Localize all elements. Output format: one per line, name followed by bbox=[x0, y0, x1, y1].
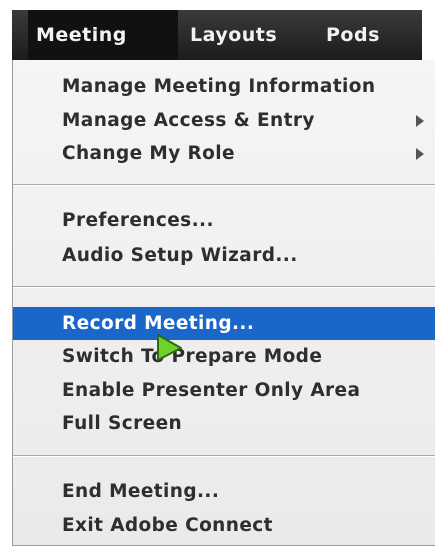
chevron-right-icon bbox=[416, 115, 424, 127]
menu-bar: Meeting Layouts Pods bbox=[12, 10, 422, 60]
menu-item-label: Record Meeting... bbox=[62, 313, 255, 334]
menu-meeting[interactable]: Meeting bbox=[28, 10, 178, 60]
menu-separator bbox=[13, 455, 435, 457]
menu-item-preferences[interactable]: Preferences... bbox=[13, 204, 435, 237]
menu-item-manage-meeting-information[interactable]: Manage Meeting Information bbox=[13, 70, 435, 103]
menu-item-label: Exit Adobe Connect bbox=[62, 515, 273, 536]
meeting-dropdown-menu: Manage Meeting Information Manage Access… bbox=[12, 60, 435, 546]
menu-item-full-screen[interactable]: Full Screen bbox=[13, 407, 435, 440]
pointer-cursor-icon bbox=[157, 334, 182, 361]
menu-item-switch-to-prepare-mode[interactable]: Switch To Prepare Mode bbox=[13, 340, 435, 373]
menu-separator bbox=[13, 286, 435, 288]
menu-layouts[interactable]: Layouts bbox=[190, 10, 277, 60]
menu-item-label: Full Screen bbox=[62, 413, 183, 434]
menu-item-label: Manage Meeting Information bbox=[62, 76, 376, 97]
app-frame: Meeting Layouts Pods Manage Meeting Info… bbox=[0, 0, 435, 549]
menu-item-exit-adobe-connect[interactable]: Exit Adobe Connect bbox=[13, 509, 435, 542]
menu-item-label: Manage Access & Entry bbox=[62, 110, 315, 131]
menu-item-label: End Meeting... bbox=[62, 481, 220, 502]
menu-item-label: Switch To Prepare Mode bbox=[62, 346, 323, 367]
chevron-right-icon bbox=[416, 148, 424, 160]
menu-item-enable-presenter-only-area[interactable]: Enable Presenter Only Area bbox=[13, 374, 435, 407]
menu-item-change-my-role[interactable]: Change My Role bbox=[13, 137, 435, 170]
menu-separator bbox=[13, 184, 435, 186]
menu-item-end-meeting[interactable]: End Meeting... bbox=[13, 475, 435, 508]
menu-item-label: Change My Role bbox=[62, 143, 235, 164]
menu-pods[interactable]: Pods bbox=[326, 10, 380, 60]
menu-item-label: Audio Setup Wizard... bbox=[62, 245, 298, 266]
menu-item-record-meeting[interactable]: Record Meeting... bbox=[13, 307, 435, 340]
menu-item-manage-access-entry[interactable]: Manage Access & Entry bbox=[13, 104, 435, 137]
menu-item-label: Preferences... bbox=[62, 210, 214, 231]
menu-item-audio-setup-wizard[interactable]: Audio Setup Wizard... bbox=[13, 239, 435, 272]
menu-item-label: Enable Presenter Only Area bbox=[62, 380, 361, 401]
